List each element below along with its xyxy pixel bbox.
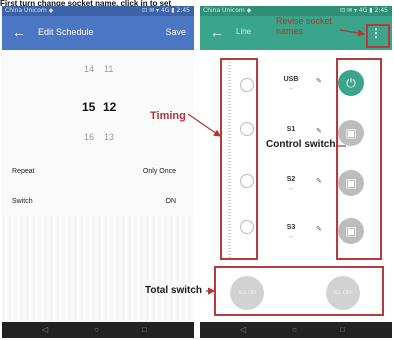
timing-arrow [187,113,221,137]
menu-arrow [339,29,366,37]
annotation-arrows [187,29,366,295]
